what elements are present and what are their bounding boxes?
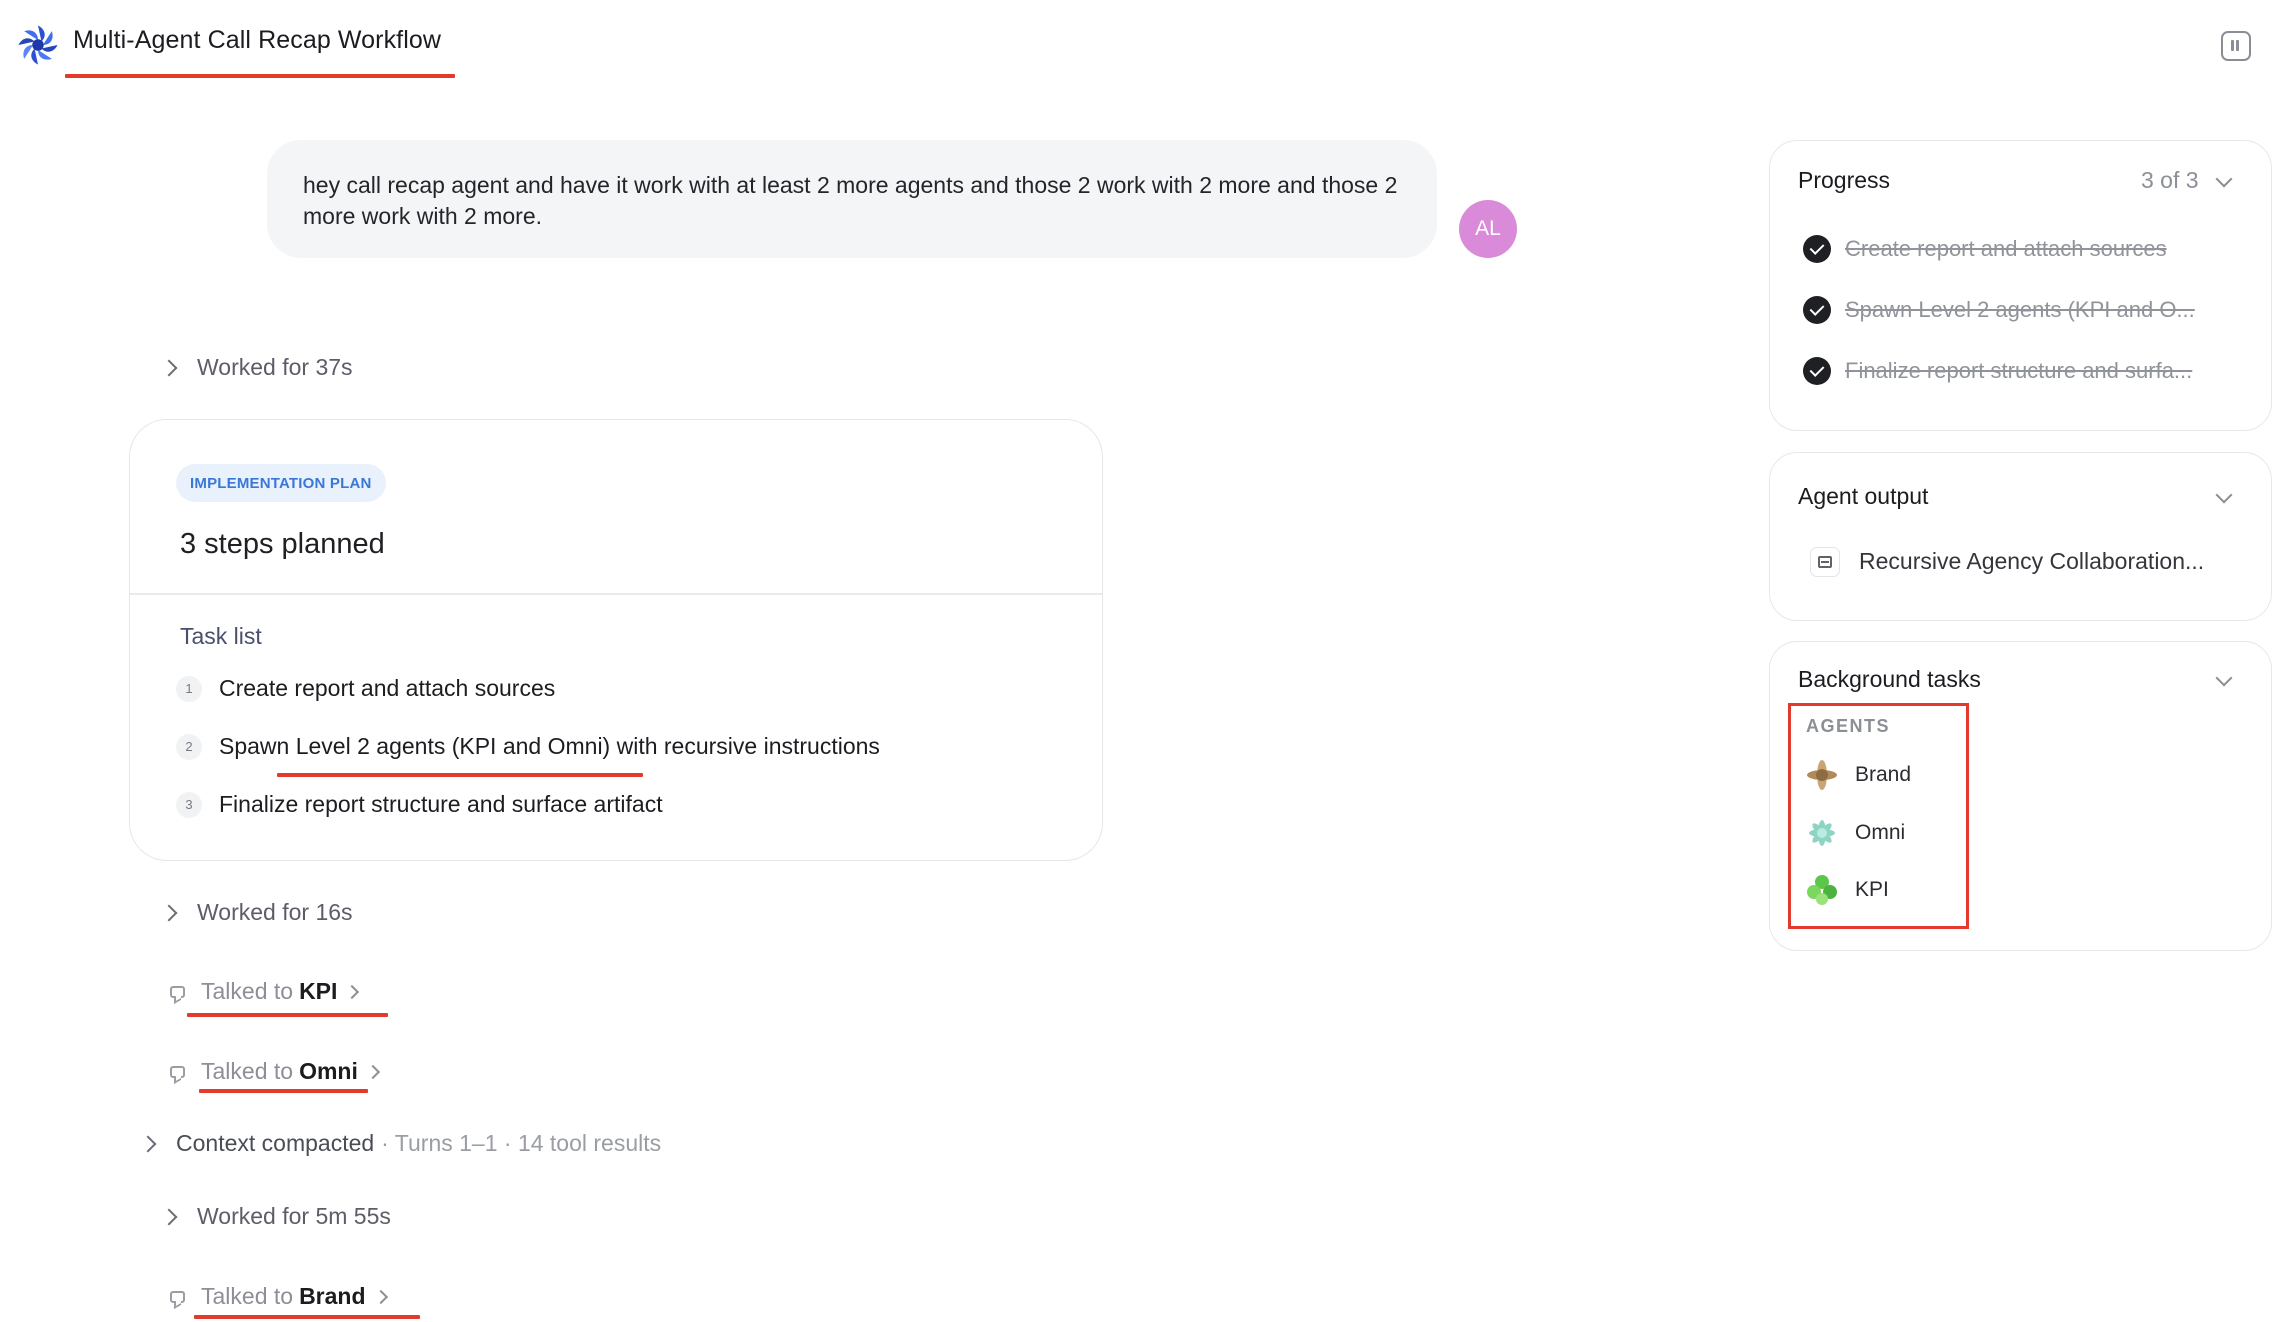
check-circle-icon [1803,357,1831,385]
task-list-label: Task list [180,623,262,649]
agent-output-panel [1769,452,2272,621]
agent-item-omni[interactable]: Omni [1806,817,1905,849]
worked-label: Worked for 5m 55s [197,1203,391,1229]
progress-title: Progress [1798,167,1891,193]
document-icon [1810,547,1840,577]
chevron-right-icon [373,1289,388,1304]
progress-item: Finalize report structure and surfa... [1845,358,2193,383]
task-item: 1 Create report and attach sources [176,675,555,702]
agent-item-kpi[interactable]: KPI [1806,874,1889,906]
message-icon [170,1065,185,1078]
omni-agent-icon [1809,820,1835,846]
agent-name: Brand [299,1283,366,1309]
talked-to-omni[interactable]: Talked to Omni [170,1058,380,1085]
agent-output-item[interactable]: Recursive Agency Collaboration... [1859,548,2239,575]
chevron-right-icon [160,359,178,376]
plan-heading: 3 steps planned [180,528,385,560]
task-text: Finalize report structure and surface ar… [219,791,663,817]
step-number: 1 [176,675,202,702]
avatar[interactable]: AL [1459,200,1517,258]
context-label: Context compacted [176,1130,375,1156]
agent-name: KPI [299,978,338,1004]
annotation-underline [199,1089,368,1093]
sidebar-toggle-icon[interactable] [2221,31,2251,61]
brand-agent-icon [1807,760,1837,790]
chevron-right-icon [345,984,360,999]
context-compacted-row[interactable]: Context compacted · Turns 1–1 · 14 tool … [139,1130,662,1157]
message-icon [170,985,185,998]
agent-name: Brand [1855,763,1912,786]
task-text: Create report and attach sources [219,675,556,701]
talked-prefix: Talked to [201,1283,294,1309]
annotation-underline [277,773,643,777]
message-icon [170,1290,185,1303]
plan-badge: IMPLEMENTATION PLAN [176,464,386,502]
step-number: 2 [176,733,202,760]
progress-item: Spawn Level 2 agents (KPI and O... [1845,297,2195,322]
agents-section-label: AGENTS [1806,716,1891,736]
chevron-right-icon [365,1064,380,1079]
agent-name: Omni [1855,821,1906,844]
agent-output-title: Agent output [1798,483,1929,509]
context-meta: · Turns 1–1 · 14 tool results [381,1130,662,1156]
worked-label: Worked for 16s [197,899,353,925]
chevron-right-icon [160,904,178,921]
worked-toggle-3[interactable]: Worked for 5m 55s [160,1203,391,1230]
progress-item: Create report and attach sources [1845,236,2167,261]
worked-label: Worked for 37s [197,354,353,380]
annotation-underline [65,74,455,78]
chevron-right-icon [139,1135,157,1152]
talked-prefix: Talked to [201,978,294,1004]
background-tasks-title: Background tasks [1798,666,1981,692]
annotation-underline [194,1315,420,1319]
progress-count[interactable]: 3 of 3 [2141,167,2199,194]
divider [130,593,1102,595]
worked-toggle-2[interactable]: Worked for 16s [160,899,353,926]
user-message-bubble: hey call recap agent and have it work wi… [267,140,1437,258]
agent-name: Omni [299,1058,358,1084]
step-number: 3 [176,791,202,818]
agent-item-brand[interactable]: Brand [1806,759,1911,791]
page-title: Multi-Agent Call Recap Workflow [73,26,442,54]
worked-toggle-1[interactable]: Worked for 37s [160,354,353,381]
task-item: 2 Spawn Level 2 agents (KPI and Omni) wi… [176,733,880,760]
talked-to-kpi[interactable]: Talked to KPI [170,978,360,1005]
app-logo-icon [18,25,58,65]
agent-name: KPI [1855,878,1889,901]
chevron-right-icon [160,1208,178,1225]
kpi-agent-icon [1807,875,1837,905]
talked-prefix: Talked to [201,1058,294,1084]
talked-to-brand[interactable]: Talked to Brand [170,1283,388,1310]
check-circle-icon [1803,296,1831,324]
task-item: 3 Finalize report structure and surface … [176,791,663,818]
task-text: Spawn Level 2 agents (KPI and Omni) with… [219,733,880,759]
check-circle-icon [1803,235,1831,263]
annotation-underline [187,1013,388,1017]
